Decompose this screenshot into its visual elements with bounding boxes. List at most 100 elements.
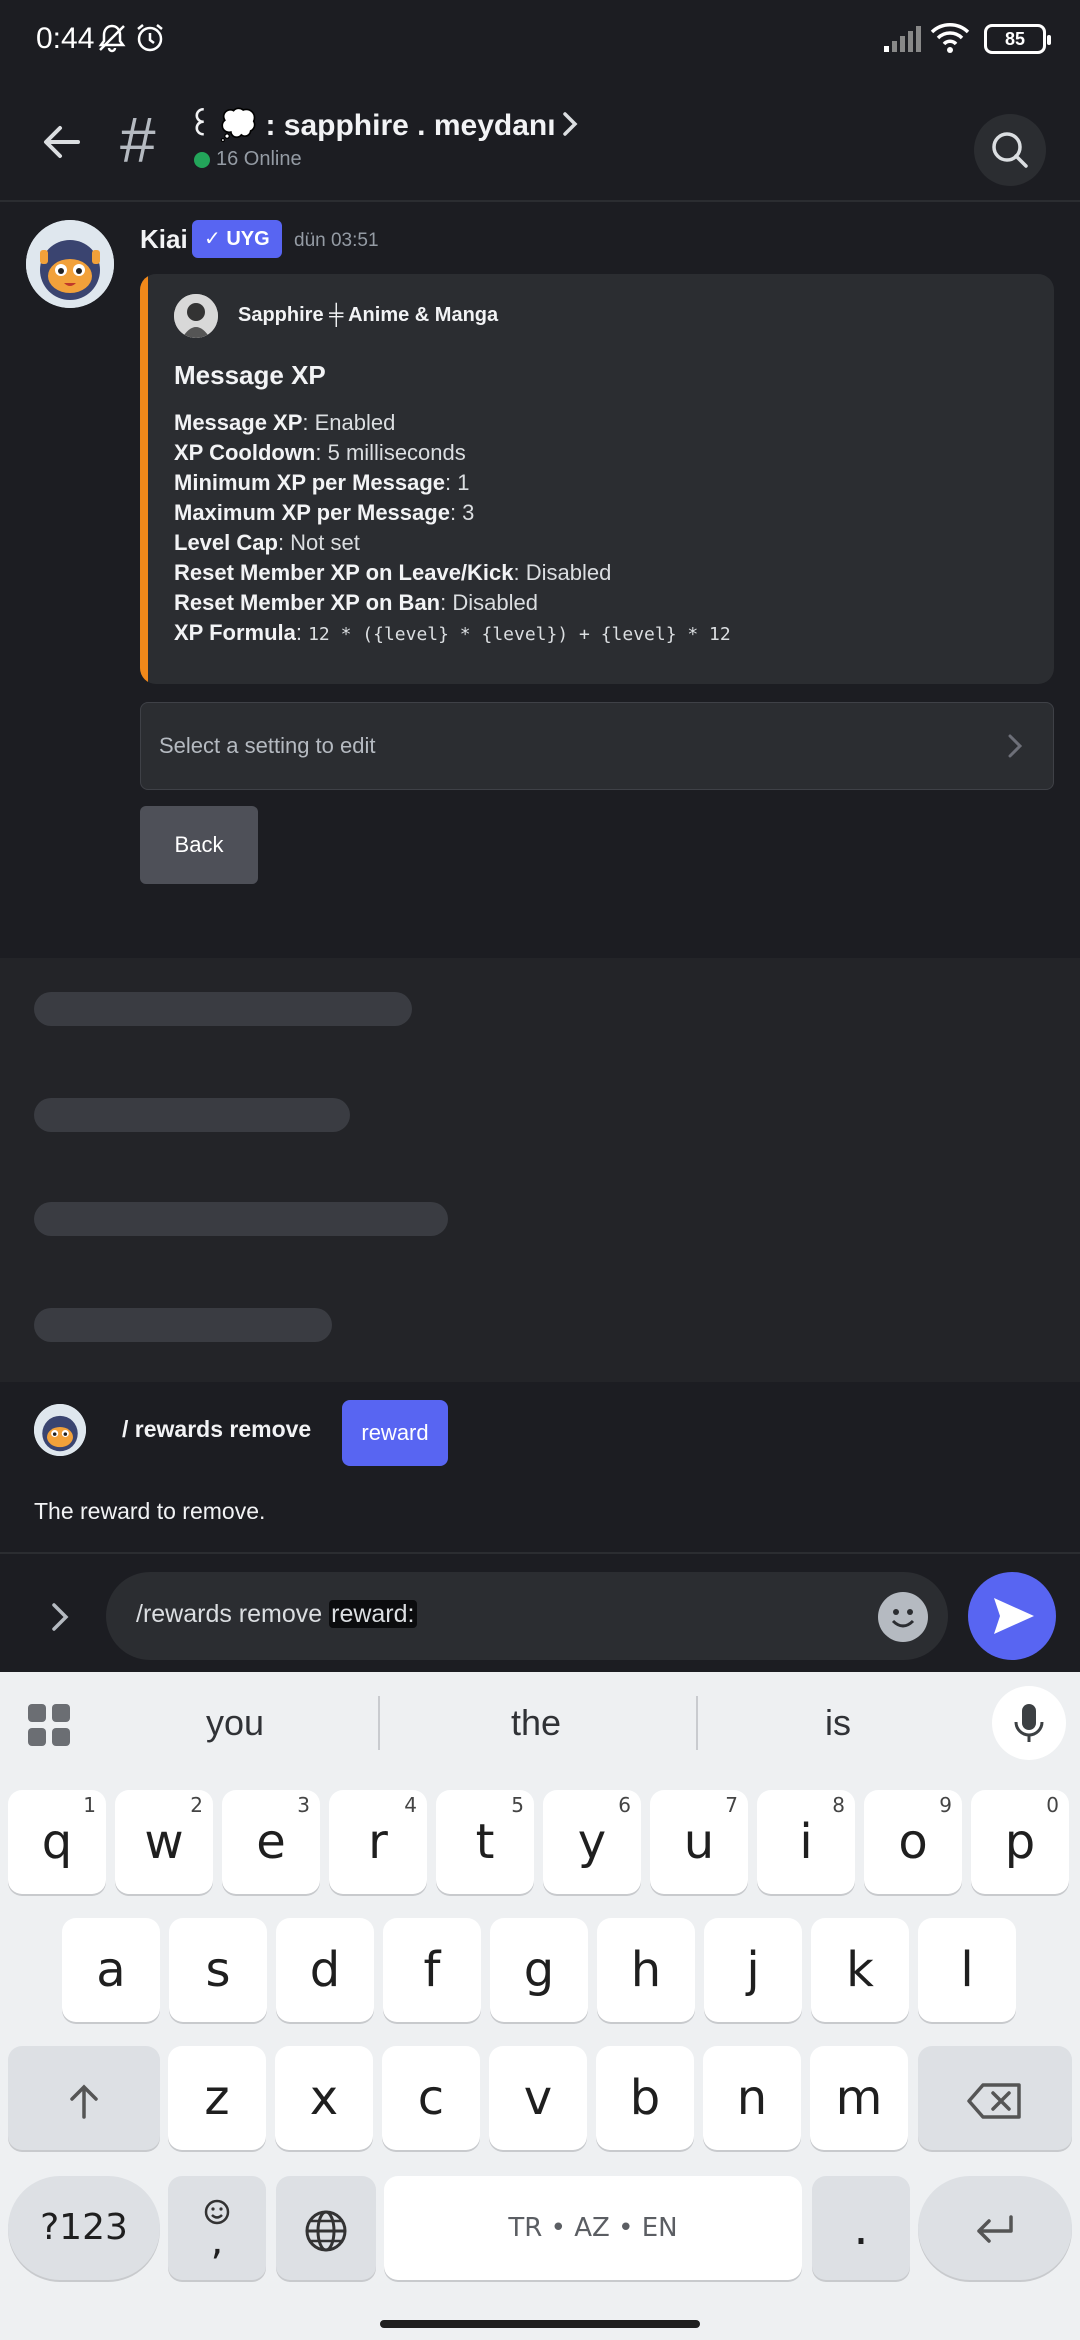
command-suggestion[interactable]: / rewards remove reward The reward to re… [0, 1382, 1080, 1552]
key-k[interactable]: k [811, 1918, 909, 2022]
key-n[interactable]: n [703, 2046, 801, 2150]
key-a[interactable]: a [62, 1918, 160, 2022]
status-time: 0:44 [36, 22, 95, 55]
channel-header: # ꒰ 💭 : sapphire . meydanı 16 Online [0, 80, 1080, 202]
message-composer: /rewards remove reward: [0, 1552, 1080, 1672]
field-value: : 5 milliseconds [315, 440, 466, 465]
smiley-icon [891, 1609, 915, 1628]
field-value: : 3 [449, 500, 475, 525]
key-g[interactable]: g [490, 1918, 588, 2022]
comma-emoji-key[interactable]: , [168, 2176, 266, 2280]
command-name: / rewards remove [122, 1416, 312, 1442]
key-alt-number: 4 [404, 1793, 417, 1817]
key-i[interactable]: i8 [757, 1790, 855, 1894]
language-key[interactable] [276, 2176, 376, 2280]
send-button[interactable] [968, 1572, 1056, 1660]
divider [696, 1696, 698, 1750]
suggestion-word[interactable]: is [738, 1702, 938, 1744]
divider [378, 1696, 380, 1750]
embed-field: Level Cap: Not set [174, 528, 1034, 558]
apps-grid-icon[interactable] [28, 1704, 70, 1746]
formula-code: 12 * ({level} * {level}) + {level} * 12 [308, 624, 731, 645]
command-option-text: reward: [329, 1600, 417, 1628]
server-avatar-icon [174, 294, 218, 338]
back-button[interactable]: Back [140, 806, 258, 884]
key-label: q [41, 1814, 73, 1870]
key-t[interactable]: t5 [436, 1790, 534, 1894]
key-b[interactable]: b [596, 2046, 694, 2150]
field-label: XP Formula [174, 620, 296, 645]
key-alt-number: 5 [511, 1793, 524, 1817]
key-m[interactable]: m [810, 2046, 908, 2150]
key-r[interactable]: r4 [329, 1790, 427, 1894]
key-l[interactable]: l [918, 1918, 1016, 2022]
backspace-key[interactable] [918, 2046, 1072, 2150]
emoji-button[interactable] [878, 1592, 928, 1642]
key-v[interactable]: v [489, 2046, 587, 2150]
send-icon [994, 1598, 1034, 1634]
key-j[interactable]: j [704, 1918, 802, 2022]
command-option-description: The reward to remove. [34, 1498, 266, 1524]
chevron-right-icon[interactable] [46, 1600, 74, 1634]
field-label: XP Cooldown [174, 440, 316, 465]
key-label: i [799, 1814, 813, 1870]
key-s[interactable]: s [169, 1918, 267, 2022]
command-option-chip[interactable]: reward [342, 1400, 448, 1466]
chevron-right-icon [1008, 734, 1023, 758]
key-x[interactable]: x [275, 2046, 373, 2150]
field-separator: : [295, 620, 309, 645]
message-author[interactable]: Kiai [140, 224, 188, 255]
bot-avatar[interactable] [26, 220, 114, 308]
voice-input-button[interactable] [992, 1686, 1066, 1760]
message-input-text: /rewards remove reward: [136, 1600, 417, 1629]
enter-key[interactable] [918, 2176, 1072, 2280]
channel-name[interactable]: ꒰ 💭 : sapphire . meydanı [188, 104, 556, 143]
message-timestamp: dün 03:51 [294, 230, 379, 251]
key-label: r [368, 1814, 388, 1870]
embed-title: Message XP [174, 360, 326, 390]
suggestion-word[interactable]: you [135, 1702, 335, 1744]
field-value: : Disabled [440, 590, 538, 615]
embed-fields: Message XP: Enabled XP Cooldown: 5 milli… [174, 408, 1034, 650]
enter-arrow-icon [977, 2215, 1013, 2243]
comma-label: , [210, 2218, 224, 2264]
shift-key[interactable] [8, 2046, 160, 2150]
gesture-nav-bar[interactable] [380, 2320, 700, 2328]
field-label: Minimum XP per Message [174, 470, 446, 495]
key-w[interactable]: w2 [115, 1790, 213, 1894]
key-z[interactable]: z [168, 2046, 266, 2150]
key-y[interactable]: y6 [543, 1790, 641, 1894]
key-alt-number: 9 [939, 1793, 952, 1817]
setting-select-menu[interactable]: Select a setting to edit [140, 702, 1054, 790]
key-e[interactable]: e3 [222, 1790, 320, 1894]
key-f[interactable]: f [383, 1918, 481, 2022]
period-key[interactable]: . [812, 2176, 910, 2280]
symbols-key[interactable]: ?123 [8, 2176, 160, 2280]
message-input[interactable]: /rewards remove reward: [106, 1572, 948, 1660]
search-icon [992, 132, 1028, 168]
key-alt-number: 0 [1046, 1793, 1059, 1817]
suggestion-word[interactable]: the [436, 1702, 636, 1744]
key-h[interactable]: h [597, 1918, 695, 2022]
key-o[interactable]: o9 [864, 1790, 962, 1894]
key-p[interactable]: p0 [971, 1790, 1069, 1894]
app-badge: ✓ UYG [192, 220, 282, 258]
embed-field: Minimum XP per Message: 1 [174, 468, 1034, 498]
space-key[interactable]: TR • AZ • EN [384, 2176, 802, 2280]
alarm-icon [137, 24, 163, 52]
key-alt-number: 8 [832, 1793, 845, 1817]
key-c[interactable]: c [382, 2046, 480, 2150]
search-button[interactable] [974, 114, 1046, 186]
key-q[interactable]: q1 [8, 1790, 106, 1894]
chevron-right-icon[interactable] [556, 110, 584, 138]
field-label: Reset Member XP on Leave/Kick [174, 560, 514, 585]
field-label: Reset Member XP on Ban [174, 590, 441, 615]
embed-field: Message XP: Enabled [174, 408, 1034, 438]
embed-card: Sapphire ╪ Anime & Manga Message XP Mess… [140, 274, 1054, 684]
back-arrow-icon[interactable] [38, 118, 86, 166]
key-alt-number: 3 [297, 1793, 310, 1817]
skeleton-line [34, 1308, 332, 1342]
key-d[interactable]: d [276, 1918, 374, 2022]
key-u[interactable]: u7 [650, 1790, 748, 1894]
field-value: : Enabled [302, 410, 396, 435]
